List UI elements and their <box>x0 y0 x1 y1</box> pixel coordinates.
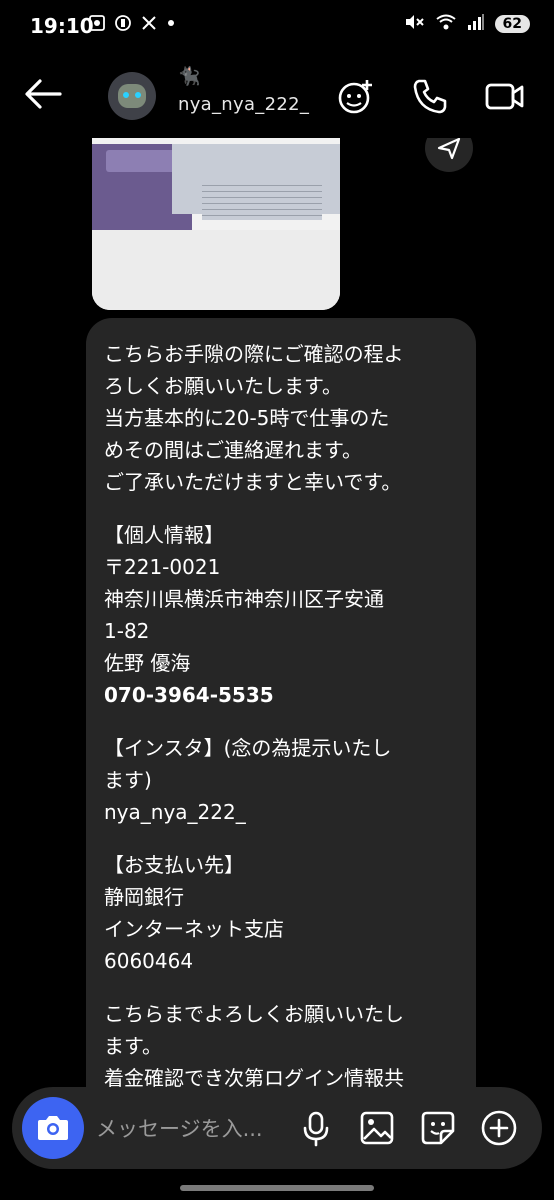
message-line: ろしくお願いいたします。 <box>104 374 342 398</box>
status-time: 19:10 <box>30 14 94 38</box>
message-text: こちらお手隙の際にご確認の程よ ろしくお願いいたします。 当方基本的に20-5時… <box>86 318 464 1094</box>
app-icon <box>114 14 132 36</box>
message-line: ます) <box>104 768 152 792</box>
plus-icon <box>481 1110 517 1146</box>
message-line: 佐野 優海 <box>104 651 191 675</box>
screen-record-icon <box>88 14 106 36</box>
message-line: 静岡銀行 <box>104 885 184 909</box>
message-line: 当方基本的に20-5時で仕事のた <box>104 406 390 430</box>
home-indicator[interactable] <box>180 1185 374 1191</box>
image-label-card <box>106 150 176 172</box>
message-input[interactable] <box>94 1111 288 1147</box>
sticker-button[interactable] <box>417 1107 459 1149</box>
status-left-icons <box>88 14 176 36</box>
message-line: nya_nya_222_ <box>104 800 246 824</box>
message-line: 〒221-0021 <box>104 555 221 579</box>
microphone-button[interactable] <box>295 1107 337 1149</box>
message-line: こちらお手隙の際にご確認の程よ <box>104 342 404 366</box>
message-line: 【お支払い先】 <box>104 853 244 877</box>
effects-icon <box>338 80 372 114</box>
message-line: 神奈川県横浜市神奈川区子安通 <box>104 587 384 611</box>
more-options-button[interactable] <box>478 1107 520 1149</box>
sticker-icon <box>421 1111 455 1145</box>
microphone-icon <box>303 1111 329 1147</box>
camera-icon <box>38 1116 68 1140</box>
battery-indicator: 62 <box>494 15 530 33</box>
chat-header: 🐈‍⬛ nya_nya_222_ <box>0 52 554 138</box>
video-icon <box>485 83 524 110</box>
username-emoji: 🐈‍⬛ <box>178 66 201 87</box>
gallery-button[interactable] <box>356 1107 398 1149</box>
status-bar: 19:10 62 <box>0 0 554 52</box>
audio-call-button[interactable] <box>410 76 450 116</box>
message-line: ます。 <box>104 1034 162 1058</box>
avatar-eye-right <box>135 92 141 98</box>
message-bubble[interactable]: こちらお手隙の際にご確認の程よ ろしくお願いいたします。 当方基本的に20-5時… <box>86 318 476 1118</box>
x-app-icon <box>140 14 158 36</box>
chat-username[interactable]: nya_nya_222_ <box>178 94 309 115</box>
dot-icon <box>166 14 176 36</box>
effects-button[interactable] <box>336 76 376 116</box>
message-line: 【インスタ】(念の為提示いたし <box>104 736 392 760</box>
gallery-icon <box>360 1111 394 1145</box>
image-text-lines <box>202 180 322 220</box>
status-right: 62 <box>403 13 530 35</box>
avatar-eye-left <box>123 92 129 98</box>
video-call-button[interactable] <box>484 76 524 116</box>
message-composer <box>12 1087 542 1169</box>
mute-icon <box>403 13 425 35</box>
phone-number-link[interactable]: 070-3964-5535 <box>104 679 464 711</box>
back-button[interactable] <box>22 76 64 112</box>
wifi-icon <box>435 13 457 35</box>
message-line: 【個人情報】 <box>104 523 224 547</box>
avatar-robot-face <box>118 84 146 108</box>
message-line: ご了承いただけますと幸いです。 <box>104 470 402 494</box>
message-line: めその間はご連絡遅れます。 <box>104 438 362 462</box>
phone-icon <box>413 79 447 114</box>
image-blank-area <box>92 230 340 310</box>
avatar[interactable] <box>108 72 156 120</box>
signal-icon <box>467 13 485 35</box>
back-arrow-icon <box>25 79 62 109</box>
message-line: 6060464 <box>104 949 194 973</box>
message-line: 1-82 <box>104 619 150 643</box>
camera-button[interactable] <box>22 1097 84 1159</box>
message-line: インターネット支店 <box>104 917 284 941</box>
message-line: こちらまでよろしくお願いいたし <box>104 1002 404 1026</box>
